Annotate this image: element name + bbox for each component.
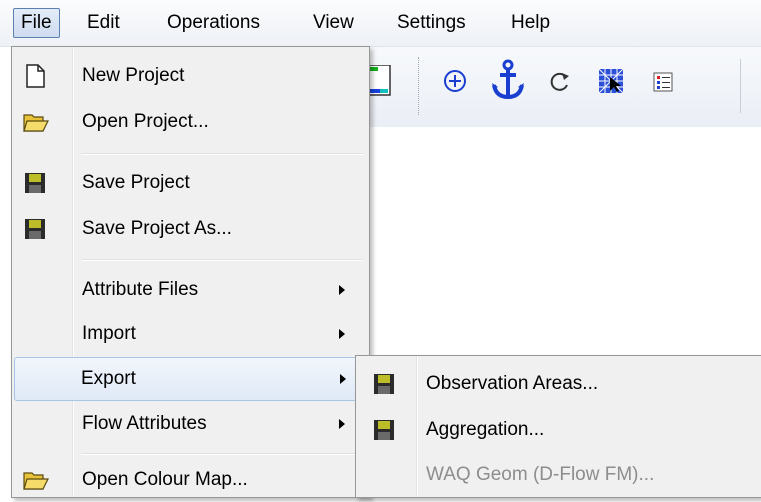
add-circle-icon[interactable] xyxy=(440,65,470,97)
menu-item-flow-attributes[interactable]: Flow Attributes xyxy=(14,402,367,446)
menu-item-attribute-files[interactable]: Attribute Files xyxy=(14,268,367,312)
menu-item-open-colour-map[interactable]: Open Colour Map... xyxy=(14,458,367,502)
toolbar xyxy=(367,47,761,127)
menu-item-open-project[interactable]: Open Project... xyxy=(14,100,367,144)
toolbar-separator xyxy=(740,59,741,113)
floppy-disk-icon xyxy=(372,418,396,442)
menu-help[interactable]: Help xyxy=(504,8,557,38)
floppy-disk-icon xyxy=(23,171,47,195)
submenu-arrow-icon xyxy=(339,329,345,339)
toolbar-grip[interactable] xyxy=(418,57,421,115)
floppy-disk-icon xyxy=(372,372,396,396)
menu-settings[interactable]: Settings xyxy=(390,8,473,38)
menu-item-save-project[interactable]: Save Project xyxy=(14,161,367,205)
menu-edit[interactable]: Edit xyxy=(80,8,127,38)
file-menu: New Project Open Project... Save Project xyxy=(11,46,370,498)
new-document-icon xyxy=(23,64,47,88)
menu-file[interactable]: File xyxy=(13,8,60,38)
floppy-disk-icon xyxy=(23,217,47,241)
menu-view[interactable]: View xyxy=(306,8,361,38)
anchor-icon[interactable] xyxy=(490,59,526,101)
submenu-arrow-icon xyxy=(340,374,346,384)
submenu-arrow-icon xyxy=(339,419,345,429)
submenu-arrow-icon xyxy=(339,285,345,295)
refresh-icon[interactable] xyxy=(544,65,574,97)
menu-separator xyxy=(82,453,363,455)
menu-item-waq-geom: WAQ Geom (D-Flow FM)... xyxy=(426,464,655,485)
open-folder-icon xyxy=(23,110,49,134)
grid-color-icon[interactable] xyxy=(367,64,392,97)
menu-separator xyxy=(82,153,363,155)
mesh-select-icon[interactable] xyxy=(596,65,626,97)
menu-operations[interactable]: Operations xyxy=(160,8,267,38)
menu-item-export[interactable]: Export xyxy=(14,357,367,401)
list-icon[interactable] xyxy=(648,65,678,97)
menu-item-aggregation[interactable]: Aggregation... xyxy=(358,408,759,452)
menu-item-import[interactable]: Import xyxy=(14,312,367,356)
export-submenu: Observation Areas... Aggregation... WAQ … xyxy=(355,355,761,498)
open-folder-icon xyxy=(23,468,49,492)
menu-bar: File Edit Operations View Settings Help xyxy=(0,0,761,47)
menu-item-observation-areas[interactable]: Observation Areas... xyxy=(358,362,759,406)
menu-separator xyxy=(82,259,363,261)
menu-item-save-project-as[interactable]: Save Project As... xyxy=(14,207,367,251)
menu-item-new-project[interactable]: New Project xyxy=(14,54,367,98)
